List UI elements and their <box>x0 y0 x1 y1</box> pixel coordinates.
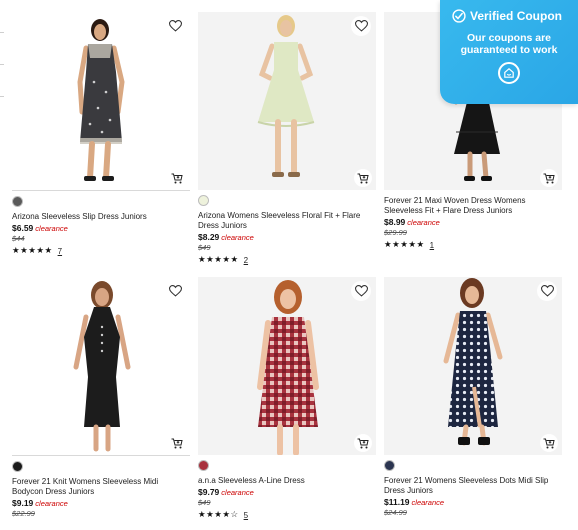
rating-row[interactable]: ★★★★★ 7 <box>12 246 190 256</box>
add-to-cart-icon[interactable] <box>168 169 186 187</box>
divider <box>12 190 190 191</box>
rating-row[interactable]: ★★★★★ 2 <box>198 255 376 265</box>
color-swatch[interactable] <box>12 196 23 207</box>
price-row: $8.99 clearance <box>384 217 562 228</box>
product-card[interactable]: Forever 21 Womens Sleeveless Dots Midi S… <box>384 277 562 517</box>
star-rating: ★★★★★ <box>12 246 53 256</box>
product-card[interactable]: Forever 21 Knit Womens Sleeveless Midi B… <box>12 277 190 518</box>
clearance-tag: clearance <box>407 218 440 227</box>
add-to-cart-icon[interactable] <box>540 169 558 187</box>
product-card[interactable]: Arizona Womens Sleeveless Floral Fit + F… <box>198 12 376 265</box>
price-row: $9.79 clearance <box>198 487 376 498</box>
sale-price: $9.79 <box>198 487 220 497</box>
coupon-header: Verified Coupon <box>440 0 578 23</box>
product-title[interactable]: Forever 21 Womens Sleeveless Dots Midi S… <box>384 476 560 496</box>
edge-rule <box>0 64 4 65</box>
sale-price: $9.19 <box>12 498 34 508</box>
star-rating: ★★★★☆ <box>198 510 239 520</box>
clearance-tag: clearance <box>35 224 68 233</box>
original-price: $29.99 <box>384 228 407 237</box>
review-count-link[interactable]: 2 <box>244 256 248 265</box>
wishlist-heart-icon[interactable] <box>165 281 185 301</box>
product-title[interactable]: a.n.a Sleeveless A-Line Dress <box>198 476 374 486</box>
product-image[interactable] <box>12 12 190 190</box>
review-count-link[interactable]: 5 <box>244 511 248 520</box>
sale-price: $6.59 <box>12 223 34 233</box>
wishlist-heart-icon[interactable] <box>351 16 371 36</box>
original-price: $44 <box>12 234 25 243</box>
product-title[interactable]: Forever 21 Knit Womens Sleeveless Midi B… <box>12 477 188 497</box>
rating-row[interactable]: ★★★★☆ 5 <box>198 510 376 520</box>
original-price: $49 <box>198 498 211 507</box>
edge-rule <box>0 96 4 97</box>
product-title[interactable]: Arizona Womens Sleeveless Floral Fit + F… <box>198 211 374 231</box>
star-rating: ★★★★★ <box>384 240 425 250</box>
wishlist-heart-icon[interactable] <box>165 16 185 36</box>
star-rating: ★★★★★ <box>198 255 239 265</box>
divider <box>12 455 190 456</box>
add-to-cart-icon[interactable] <box>354 169 372 187</box>
edge-rule <box>0 32 4 33</box>
original-price: $49 <box>198 243 211 252</box>
color-swatch[interactable] <box>12 461 23 472</box>
price-row: $6.59 clearance <box>12 223 190 234</box>
rating-row[interactable]: ★★★★★ 1 <box>384 240 562 250</box>
sale-price: $8.29 <box>198 232 220 242</box>
sale-price: $11.19 <box>384 497 410 507</box>
product-image[interactable] <box>12 277 190 455</box>
original-price: $24.99 <box>384 508 407 517</box>
add-to-cart-icon[interactable] <box>168 434 186 452</box>
product-title[interactable]: Forever 21 Maxi Woven Dress Womens Sleev… <box>384 196 560 216</box>
review-count-link[interactable]: 1 <box>430 241 434 250</box>
review-count-link[interactable]: 7 <box>58 247 62 256</box>
clearance-tag: clearance <box>221 488 254 497</box>
house-logo-icon[interactable] <box>498 62 520 84</box>
product-card[interactable]: a.n.a Sleeveless A-Line Dress $9.79 clear… <box>198 277 376 520</box>
color-swatch[interactable] <box>384 460 395 471</box>
original-price: $22.99 <box>12 509 35 518</box>
product-title[interactable]: Arizona Sleeveless Slip Dress Juniors <box>12 212 188 222</box>
product-image[interactable] <box>384 277 562 455</box>
wishlist-heart-icon[interactable] <box>351 281 371 301</box>
clearance-tag: clearance <box>411 498 445 507</box>
product-image[interactable] <box>198 277 376 455</box>
coupon-title: Verified Coupon <box>470 9 563 23</box>
price-row: $8.29 clearance <box>198 232 376 243</box>
add-to-cart-icon[interactable] <box>540 434 558 452</box>
add-to-cart-icon[interactable] <box>354 434 372 452</box>
price-row: $9.19 clearance <box>12 498 190 509</box>
price-row: $11.19 clearance <box>384 497 562 508</box>
color-swatch[interactable] <box>198 460 209 471</box>
verified-check-icon <box>452 9 466 23</box>
product-card[interactable]: Arizona Sleeveless Slip Dress Juniors $6… <box>12 12 190 256</box>
sale-price: $8.99 <box>384 217 406 227</box>
clearance-tag: clearance <box>35 499 68 508</box>
color-swatch[interactable] <box>198 195 209 206</box>
product-image[interactable] <box>198 12 376 190</box>
wishlist-heart-icon[interactable] <box>537 281 557 301</box>
coupon-message: Our coupons are guaranteed to work <box>460 32 558 56</box>
clearance-tag: clearance <box>221 233 254 242</box>
verified-coupon-banner[interactable]: Verified Coupon Our coupons are guarante… <box>440 0 578 104</box>
